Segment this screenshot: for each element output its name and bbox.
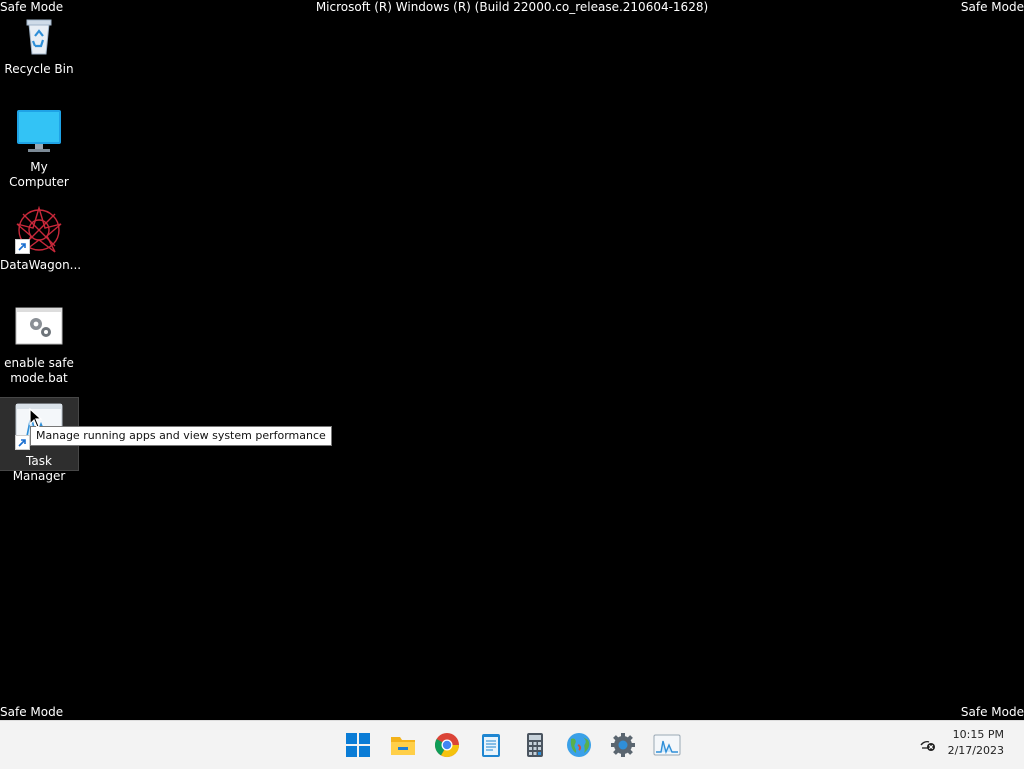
batch-file-gear-icon	[15, 304, 63, 352]
monitor-icon	[15, 108, 63, 156]
datawagon-logo-icon	[15, 205, 63, 254]
desktop-icon-label: Recycle Bin	[4, 62, 74, 76]
notepad-icon	[482, 734, 500, 757]
taskbar-settings[interactable]	[609, 731, 637, 759]
folder-icon	[391, 737, 415, 755]
taskbar-task-manager[interactable]	[653, 731, 681, 759]
taskbar-calculator[interactable]	[521, 731, 549, 759]
globe-icon	[567, 733, 591, 757]
clock-date: 2/17/2023	[947, 744, 1004, 757]
taskbar-start-button[interactable]	[344, 731, 372, 759]
taskbar	[0, 720, 1024, 769]
safe-mode-label-bottom-left: Safe Mode	[0, 705, 64, 719]
calculator-icon	[527, 733, 543, 757]
chrome-icon	[434, 733, 459, 758]
taskbar-globe-app[interactable]	[565, 731, 593, 759]
settings-gear-icon	[611, 733, 635, 757]
shortcut-arrow-icon	[15, 435, 30, 450]
desktop-icon-label: DataWagon...	[0, 258, 82, 272]
desktop-icon-recycle-bin[interactable]: Recycle Bin	[0, 10, 78, 77]
task-manager-icon	[653, 734, 681, 756]
desktop-icon-label: My Computer	[9, 160, 69, 189]
taskbar-file-explorer[interactable]	[389, 731, 417, 759]
recycle-bin-icon	[15, 10, 63, 58]
desktop-icon-my-computer[interactable]: My Computer	[0, 108, 78, 190]
safe-mode-label-top-right: Safe Mode	[960, 0, 1024, 14]
windows-build-title: Microsoft (R) Windows (R) (Build 22000.c…	[315, 0, 709, 14]
taskbar-chrome[interactable]	[433, 731, 461, 759]
desktop-icon-label: Task Manager	[12, 454, 66, 483]
clock-time: 10:15 PM	[952, 728, 1004, 741]
shortcut-arrow-icon	[15, 239, 30, 254]
taskbar-notepad[interactable]	[477, 731, 505, 759]
mouse-cursor-icon	[29, 408, 43, 428]
network-disconnected-icon[interactable]	[919, 736, 937, 754]
desktop-icon-label: enable safe mode.bat	[4, 356, 74, 385]
task-manager-tooltip: Manage running apps and view system perf…	[30, 426, 332, 446]
system-clock[interactable]: 10:15 PM 2/17/2023	[948, 727, 1004, 759]
safe-mode-label-bottom-right: Safe Mode	[960, 705, 1024, 719]
desktop-icon-enable-safe-mode-bat[interactable]: enable safe mode.bat	[0, 304, 78, 386]
windows-start-icon	[346, 733, 370, 757]
desktop-icon-datawagon[interactable]: DataWagon...	[0, 205, 82, 273]
